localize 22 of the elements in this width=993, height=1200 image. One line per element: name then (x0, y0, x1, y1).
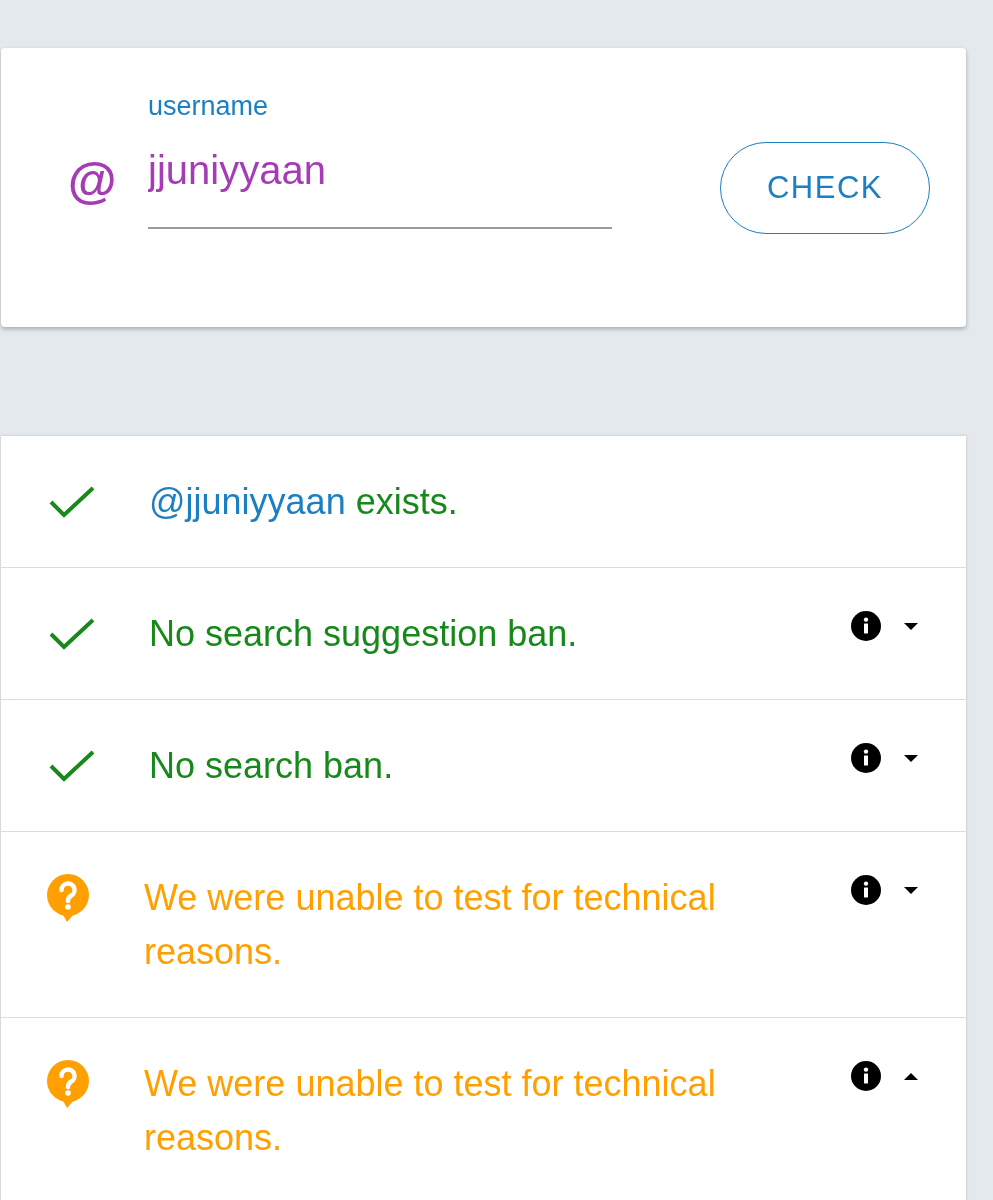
info-icon[interactable] (851, 743, 881, 773)
check-icon (49, 618, 95, 650)
result-text: @jjuniyyaan exists. (149, 480, 458, 524)
result-text: No search ban. (149, 744, 394, 788)
caret-down-icon[interactable] (904, 886, 918, 894)
question-bubble-icon (46, 874, 90, 922)
field-label: username (148, 90, 269, 122)
result-text: We were unable to test for technical reasons. (144, 1062, 717, 1160)
result-text: We were unable to test for technical reasons. (144, 876, 717, 974)
info-icon[interactable] (851, 875, 881, 905)
info-icon[interactable] (851, 611, 881, 641)
username-link[interactable]: @jjuniyyaan (149, 481, 346, 522)
field-prefix: @ (67, 153, 116, 209)
caret-down-icon[interactable] (904, 622, 918, 630)
question-bubble-icon (46, 1060, 90, 1108)
check-icon (49, 486, 95, 518)
caret-down-icon[interactable] (904, 754, 918, 762)
info-icon[interactable] (851, 1061, 881, 1091)
check-button[interactable]: CHECK (720, 142, 930, 234)
check-icon (49, 750, 95, 782)
result-text: No search suggestion ban. (149, 612, 578, 656)
caret-up-icon[interactable] (904, 1072, 918, 1080)
